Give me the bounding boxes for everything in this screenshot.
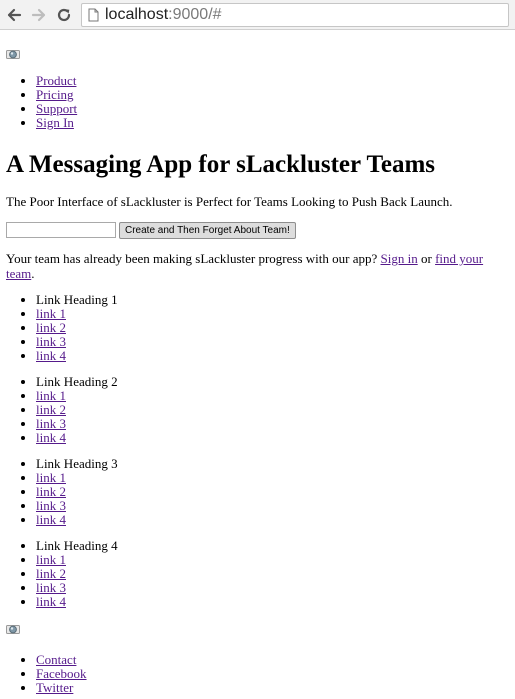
link-group-1-link-1[interactable]: link 1	[36, 306, 66, 321]
nav-item-product: Product	[36, 74, 509, 88]
list-item: link 3	[36, 417, 509, 431]
forward-arrow-icon	[31, 8, 46, 21]
link-group-2-link-4[interactable]: link 4	[36, 430, 66, 445]
nav-link-pricing[interactable]: Pricing	[36, 87, 74, 102]
address-bar[interactable]: localhost:9000/#	[81, 2, 509, 27]
footer-item-facebook: Facebook	[36, 667, 509, 681]
link-group-1-link-4[interactable]: link 4	[36, 348, 66, 363]
list-item: link 2	[36, 567, 509, 581]
tagline: The Poor Interface of sLackluster is Per…	[6, 194, 453, 209]
url-text: localhost:9000/#	[105, 5, 222, 23]
reload-icon	[57, 8, 71, 21]
sign-in-link[interactable]: Sign in	[381, 251, 418, 266]
link-group-3: Link Heading 3 link 1 link 2 link 3 link…	[6, 457, 509, 527]
link-group-3-link-2[interactable]: link 2	[36, 484, 66, 499]
footer-item-contact: Contact	[36, 653, 509, 667]
list-item: link 2	[36, 321, 509, 335]
footer-logo-link[interactable]	[6, 622, 509, 638]
link-heading: Link Heading 3	[36, 457, 509, 471]
forward-button[interactable]	[28, 4, 50, 26]
link-group-2-link-3[interactable]: link 3	[36, 416, 66, 431]
page-content: Product Pricing Support Sign In A Messag…	[0, 47, 515, 695]
list-item: link 4	[36, 513, 509, 527]
list-item: link 1	[36, 389, 509, 403]
link-group-1: Link Heading 1 link 1 link 2 link 3 link…	[6, 293, 509, 363]
list-item: link 4	[36, 595, 509, 609]
page-title: A Messaging App for sLackluster Teams	[6, 151, 436, 178]
link-group-3-link-3[interactable]: link 3	[36, 498, 66, 513]
existing-team-text: Your team has already been making sLackl…	[6, 251, 484, 281]
create-team-button[interactable]: Create and Then Forget About Team!	[119, 221, 296, 239]
browser-toolbar: localhost:9000/#	[0, 0, 515, 30]
list-item: link 1	[36, 307, 509, 321]
footer-nav: Contact Facebook Twitter	[6, 653, 509, 695]
link-group-4: Link Heading 4 link 1 link 2 link 3 link…	[6, 539, 509, 609]
link-heading: Link Heading 2	[36, 375, 509, 389]
link-group-1-link-3[interactable]: link 3	[36, 334, 66, 349]
link-group-3-link-4[interactable]: link 4	[36, 512, 66, 527]
footer-logo-image-icon	[6, 625, 20, 634]
link-heading: Link Heading 4	[36, 539, 509, 553]
team-signup-form: Create and Then Forget About Team!	[6, 221, 509, 239]
back-button[interactable]	[3, 4, 25, 26]
list-item: link 3	[36, 499, 509, 513]
footer-item-twitter: Twitter	[36, 681, 509, 695]
link-group-1-link-2[interactable]: link 2	[36, 320, 66, 335]
logo-image-icon	[6, 47, 509, 61]
nav-link-support[interactable]: Support	[36, 101, 77, 116]
nav-link-product[interactable]: Product	[36, 73, 76, 88]
list-item: link 4	[36, 431, 509, 445]
link-group-4-link-2[interactable]: link 2	[36, 566, 66, 581]
footer-link-twitter[interactable]: Twitter	[36, 680, 73, 695]
link-group-2-link-1[interactable]: link 1	[36, 388, 66, 403]
link-group-4-link-4[interactable]: link 4	[36, 594, 66, 609]
list-item: link 2	[36, 403, 509, 417]
list-item: link 3	[36, 335, 509, 349]
list-item: link 4	[36, 349, 509, 363]
link-group-4-link-3[interactable]: link 3	[36, 580, 66, 595]
list-item: link 3	[36, 581, 509, 595]
list-item: link 2	[36, 485, 509, 499]
page-icon	[88, 8, 99, 22]
link-group-4-link-1[interactable]: link 1	[36, 552, 66, 567]
list-item: link 1	[36, 553, 509, 567]
link-group-3-link-1[interactable]: link 1	[36, 470, 66, 485]
link-group-2-link-2[interactable]: link 2	[36, 402, 66, 417]
nav-link-sign-in[interactable]: Sign In	[36, 115, 74, 130]
link-group-2: Link Heading 2 link 1 link 2 link 3 link…	[6, 375, 509, 445]
nav-item-support: Support	[36, 102, 509, 116]
footer-link-facebook[interactable]: Facebook	[36, 666, 87, 681]
back-arrow-icon	[7, 8, 22, 21]
team-name-input[interactable]	[6, 222, 116, 238]
reload-button[interactable]	[53, 4, 75, 26]
footer-link-contact[interactable]: Contact	[36, 652, 76, 667]
header-nav: Product Pricing Support Sign In	[6, 74, 509, 130]
nav-item-pricing: Pricing	[36, 88, 509, 102]
nav-item-sign-in: Sign In	[36, 116, 509, 130]
link-heading: Link Heading 1	[36, 293, 509, 307]
list-item: link 1	[36, 471, 509, 485]
